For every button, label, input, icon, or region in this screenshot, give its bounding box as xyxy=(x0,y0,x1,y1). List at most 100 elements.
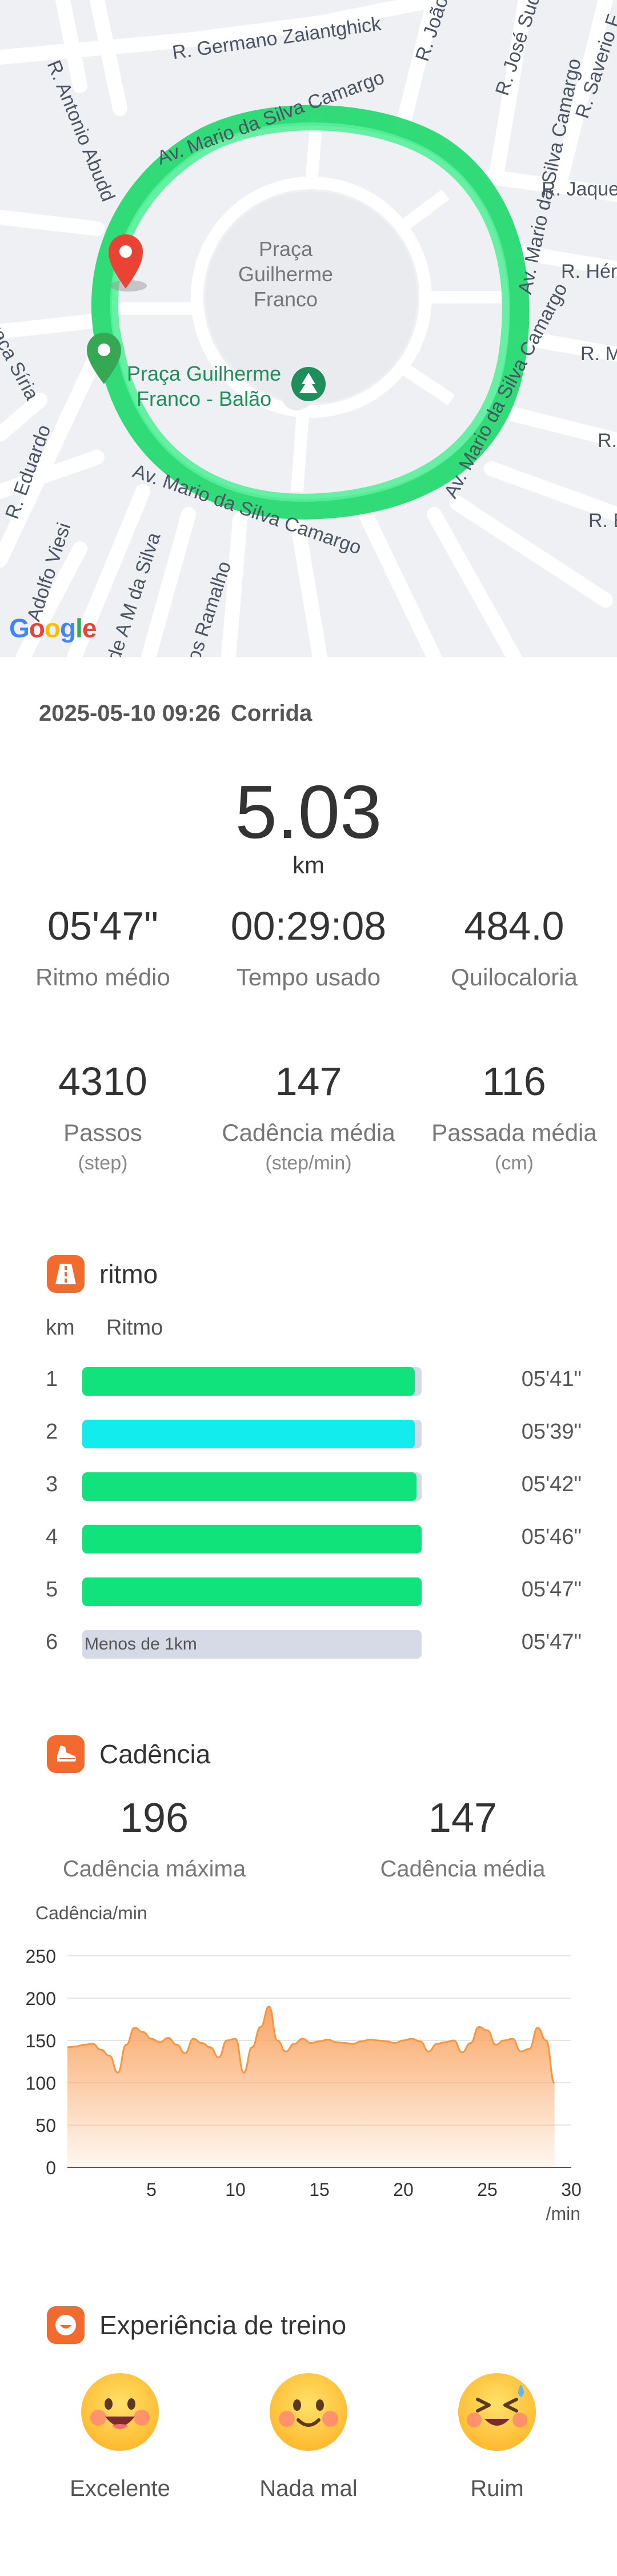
street-label: R. xyxy=(598,430,617,452)
pace-note: Menos de 1km xyxy=(85,1635,197,1654)
pace-row: 1 05'41" xyxy=(0,1363,617,1397)
pace-row: 3 05'42" xyxy=(0,1468,617,1502)
pace-km: 4 xyxy=(46,1525,58,1549)
park-label-line: Franco xyxy=(253,287,318,311)
chart-x-tick: 25 xyxy=(477,2179,498,2200)
pace-row: 2 05'39" xyxy=(0,1415,617,1449)
poi-label-line: Franco - Balão xyxy=(137,387,272,410)
stat-value: 484.0 xyxy=(464,904,564,948)
stat-value: 4310 xyxy=(58,1059,147,1104)
street-label: R. M xyxy=(580,343,617,365)
pace-bar-track: Menos de 1km xyxy=(82,1630,422,1659)
pace-bar-track xyxy=(82,1472,422,1501)
street-label: R. Hér xyxy=(561,261,617,282)
smile-icon xyxy=(47,2306,85,2344)
chart-y-tick: 250 xyxy=(26,1946,56,1967)
pace-bar-track xyxy=(82,1367,422,1396)
summary-stats-row-2: 4310 Passos (step) 147 Cadência média (s… xyxy=(0,1059,617,1175)
pace-km: 1 xyxy=(46,1367,58,1391)
pace-time: 05'47" xyxy=(521,1577,582,1601)
not-bad-face-icon xyxy=(269,2372,348,2452)
street-label: R. E xyxy=(588,510,617,532)
time-used-stat: 00:29:08 Tempo usado xyxy=(206,903,411,991)
stat-label: Ritmo médio xyxy=(35,964,170,991)
stat-value: 196 xyxy=(119,1795,189,1841)
stat-unit: (step/min) xyxy=(265,1152,352,1174)
experience-options: Excelente Nada mal Ruim xyxy=(0,2372,617,2521)
poi-label-line: Praça Guilherme xyxy=(127,362,282,385)
pace-bar-track xyxy=(82,1420,422,1448)
pace-km: 2 xyxy=(46,1420,58,1444)
stat-unit: (cm) xyxy=(495,1152,534,1174)
distance-unit: km xyxy=(293,852,324,878)
cadence-chart: Cadência/min 0 50 100 150 200 250 5 10 15 20 25 30/m… xyxy=(0,1903,617,2235)
calories-stat: 484.0 Quilocaloria xyxy=(411,903,617,991)
avg-cadence-summary: 147 Cadência média xyxy=(308,1795,617,1882)
pace-time: 05'46" xyxy=(521,1525,582,1549)
stat-label: Cadência média xyxy=(380,1856,546,1882)
chart-x-tick: 15 xyxy=(309,2179,330,2200)
stat-label: Cadência média xyxy=(222,1119,395,1146)
pace-time: 05'41" xyxy=(521,1367,582,1391)
route-map[interactable]: R. Germano Zaiantghick R. Antonio Abudd … xyxy=(0,0,617,657)
pace-km: 6 xyxy=(46,1630,58,1654)
option-label: Ruim xyxy=(470,2476,524,2501)
pace-time: 05'47" xyxy=(521,1630,582,1654)
chart-x-tick: 20 xyxy=(393,2179,414,2200)
chart-x-tick: 30 xyxy=(561,2179,582,2200)
pace-col-km: km xyxy=(46,1316,75,1340)
experience-option-bad[interactable]: Ruim xyxy=(411,2372,583,2502)
pace-col-pace: Ritmo xyxy=(106,1316,163,1340)
chart-x-axis-label: /min xyxy=(546,2203,580,2224)
pace-title: ritmo xyxy=(99,1259,158,1289)
stat-label: Passos xyxy=(63,1119,142,1146)
activity-datetime: 2025-05-10 09:26 xyxy=(39,701,221,726)
stat-value: 116 xyxy=(482,1059,546,1104)
stat-label: Quilocaloria xyxy=(451,964,578,991)
bad-face-icon xyxy=(457,2372,537,2452)
pace-row: 4 05'46" xyxy=(0,1520,617,1555)
pace-row: 5 05'47" xyxy=(0,1573,617,1607)
chart-y-tick: 50 xyxy=(35,2115,56,2136)
chart-y-tick: 100 xyxy=(26,2073,56,2094)
pace-bar-track xyxy=(82,1577,422,1606)
max-cadence-stat: 196 Cadência máxima xyxy=(0,1795,308,1882)
experience-section-title: Experiência de treino xyxy=(47,2306,346,2344)
stat-label: Passada média xyxy=(431,1119,597,1146)
poi-label[interactable]: Praça Guilherme Franco - Balão xyxy=(127,361,281,412)
cadence-title: Cadência xyxy=(99,1739,211,1769)
pace-bar xyxy=(82,1577,422,1606)
chart-x-tick: 10 xyxy=(225,2179,246,2200)
pace-bar xyxy=(82,1420,415,1448)
pace-bar xyxy=(82,1525,422,1553)
experience-option-excellent[interactable]: Excelente xyxy=(34,2372,206,2502)
stat-unit: (step) xyxy=(78,1152,128,1174)
cadence-section-title: Cadência xyxy=(47,1735,210,1773)
steps-stat: 4310 Passos (step) xyxy=(0,1059,206,1175)
chart-y-tick: 150 xyxy=(26,2031,56,2051)
park-label-line: Guilherme xyxy=(238,262,334,286)
shoe-icon xyxy=(47,1735,85,1773)
excellent-face-icon xyxy=(80,2372,160,2452)
option-label: Nada mal xyxy=(259,2476,358,2501)
activity-type: Corrida xyxy=(231,701,312,726)
activity-header: 2025-05-10 09:26 Corrida xyxy=(39,701,312,726)
park-label: Praça Guilherme Franco xyxy=(234,237,337,312)
stat-value: 05'47" xyxy=(47,904,158,948)
option-label: Excelente xyxy=(70,2476,170,2501)
cadence-stats: 196 Cadência máxima 147 Cadência média xyxy=(0,1795,617,1882)
pace-bar-track xyxy=(82,1525,422,1553)
experience-option-not-bad[interactable]: Nada mal xyxy=(223,2372,394,2502)
stat-label: Cadência máxima xyxy=(62,1856,246,1882)
park-label-line: Praça xyxy=(258,237,313,261)
stat-value: 147 xyxy=(275,1059,342,1104)
distance-value: 5.03 xyxy=(235,770,382,854)
avg-pace-stat: 05'47" Ritmo médio xyxy=(0,903,206,991)
pace-time: 05'39" xyxy=(521,1420,582,1444)
experience-title: Experiência de treino xyxy=(99,2310,347,2340)
chart-y-tick: 200 xyxy=(26,1988,56,2009)
chart-y-axis-label: Cadência/min xyxy=(35,1903,147,1923)
pace-bar xyxy=(82,1367,415,1396)
pace-row: 6 Menos de 1km 05'47" xyxy=(0,1626,617,1660)
pace-section-title: ritmo xyxy=(47,1255,158,1293)
